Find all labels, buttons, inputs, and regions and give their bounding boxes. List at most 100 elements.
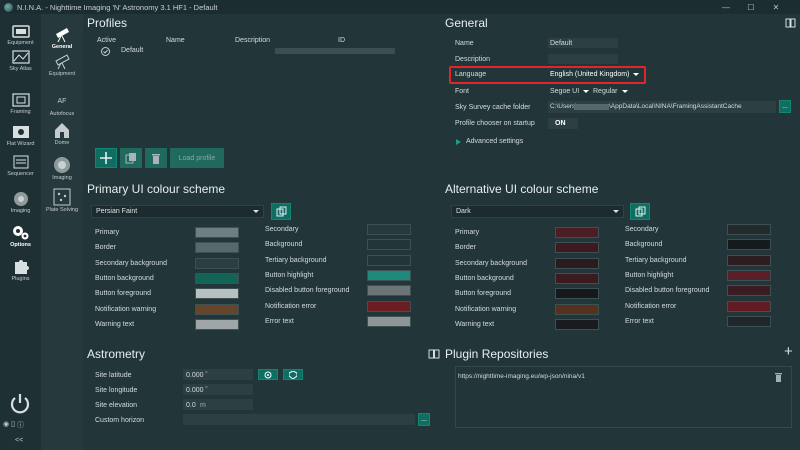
help-book-icon[interactable] [785,18,796,28]
profile-row[interactable]: Default [88,45,418,58]
color-swatch[interactable] [195,227,239,238]
color-label: Background [625,241,663,249]
color-swatch[interactable] [727,315,771,327]
collapse-sidebar-button[interactable]: << [15,437,23,444]
plugin-repo-url[interactable]: https://nighttime-imaging.eu/wp-json/nin… [458,373,585,380]
delete-profile-button[interactable] [145,148,167,168]
browse-cache-folder-button[interactable]: ... [779,100,791,113]
color-swatch[interactable] [727,224,771,235]
location-button[interactable] [258,369,278,380]
color-swatch[interactable] [555,272,599,284]
subnav-item-general[interactable]: General [41,25,83,50]
sidebar-item-framing[interactable]: Framing [0,91,41,115]
primary-scheme-copy-button[interactable] [271,203,291,220]
sync-location-button[interactable] [283,369,303,380]
load-profile-button[interactable]: Load profile [170,148,224,168]
minimize-button[interactable]: — [715,0,737,14]
maximize-button[interactable]: ☐ [740,0,762,14]
color-label: Error text [265,317,294,325]
elevation-label: Site elevation [95,402,138,409]
color-swatch[interactable] [367,269,411,281]
color-swatch[interactable] [727,269,771,281]
alt-scheme-select[interactable]: Dark [451,205,624,218]
plugin-repos-heading: Plugin Repositories [445,347,549,361]
power-icon[interactable] [9,392,31,414]
sidebar-item-sky-atlas[interactable]: Sky Atlas [0,48,41,72]
custom-horizon-input[interactable] [183,414,415,425]
sidebar-item-plugins[interactable]: Plugins [0,258,41,282]
font-dropdown-arrow-icon[interactable] [583,90,589,93]
gears-icon [11,224,31,241]
language-select[interactable]: English (United Kingdom) [550,71,629,78]
color-swatch[interactable] [555,303,599,315]
subnav-item-equipment[interactable]: Equipment [41,52,83,77]
color-swatch[interactable] [195,318,239,330]
color-label: Border [455,244,477,252]
color-swatch[interactable] [367,239,411,251]
color-label: Warning text [455,320,495,328]
font-select[interactable]: Segoe UI [550,88,579,95]
copy-icon [276,206,286,217]
font-weight-arrow-icon[interactable] [622,90,628,93]
shield-icon [289,370,297,379]
language-dropdown-arrow-icon[interactable] [633,73,639,76]
add-repository-button[interactable]: + [784,343,793,360]
description-field[interactable] [548,54,618,64]
puzzle-icon [11,258,31,275]
eye-icon[interactable]: ◉ [3,420,9,430]
expand-arrow-icon[interactable] [456,139,461,145]
description-label: Description [455,56,491,63]
sky-atlas-icon [11,48,31,65]
cache-folder-label: Sky Survey cache folder [455,104,531,111]
color-swatch[interactable] [195,257,239,269]
subnav-item-plate-solving[interactable]: Plate Solving [41,188,83,213]
plus-icon [100,152,112,164]
subnav-item-dome[interactable]: Dome [41,121,83,146]
color-swatch[interactable] [367,254,411,266]
delete-repo-trash-icon[interactable] [775,373,782,382]
color-swatch[interactable] [195,272,239,284]
browse-horizon-button[interactable]: ... [418,413,430,426]
sidebar-item-equipment[interactable]: Equipment [0,22,41,46]
color-swatch[interactable] [555,318,599,330]
sidebar-item-options[interactable]: Options [0,224,41,248]
info-icon[interactable]: ⓘ [17,420,24,430]
profile-id-blurred [275,48,395,54]
color-swatch[interactable] [195,303,239,315]
color-swatch[interactable] [367,224,411,235]
primary-scheme-select[interactable]: Persian Faint [91,205,264,218]
sidebar-item-flat-wizard[interactable]: Flat Wizard [0,123,41,147]
copy-profile-button[interactable] [120,148,142,168]
elevation-value: 0.0 [186,402,196,409]
sidebar-item-sequencer[interactable]: Sequencer [0,153,41,177]
color-swatch[interactable] [555,288,599,300]
color-swatch[interactable] [727,239,771,251]
color-swatch[interactable] [727,300,771,312]
color-label: Button background [95,274,154,282]
plate-solving-icon [53,188,71,206]
color-swatch[interactable] [555,242,599,254]
color-swatch[interactable] [727,285,771,297]
color-swatch[interactable] [367,300,411,312]
color-swatch[interactable] [555,227,599,238]
color-swatch[interactable] [195,288,239,300]
cache-folder-suffix: \AppData\Local\NINA\FramingAssistantCach… [609,103,742,110]
book-icon[interactable]: ▯ [11,420,15,430]
primary-scheme-value: Persian Faint [96,208,138,215]
color-swatch[interactable] [367,285,411,297]
subnav-item-autofocus[interactable]: AF Autofocus [41,92,83,118]
add-profile-button[interactable] [95,148,117,168]
advanced-settings-toggle[interactable]: Advanced settings [466,138,523,145]
color-swatch[interactable] [195,242,239,254]
color-swatch[interactable] [367,315,411,327]
color-swatch[interactable] [727,254,771,266]
custom-horizon-label: Custom horizon [95,417,145,424]
alt-scheme-copy-button[interactable] [630,203,650,220]
language-label: Language [455,71,487,78]
latitude-label: Site latitude [95,372,132,379]
subnav-item-imaging[interactable]: Imaging [41,156,83,181]
color-swatch[interactable] [555,257,599,269]
sidebar-item-imaging[interactable]: Imaging [0,190,41,214]
font-weight-select[interactable]: Regular [593,88,618,95]
close-button[interactable]: ✕ [765,0,787,14]
